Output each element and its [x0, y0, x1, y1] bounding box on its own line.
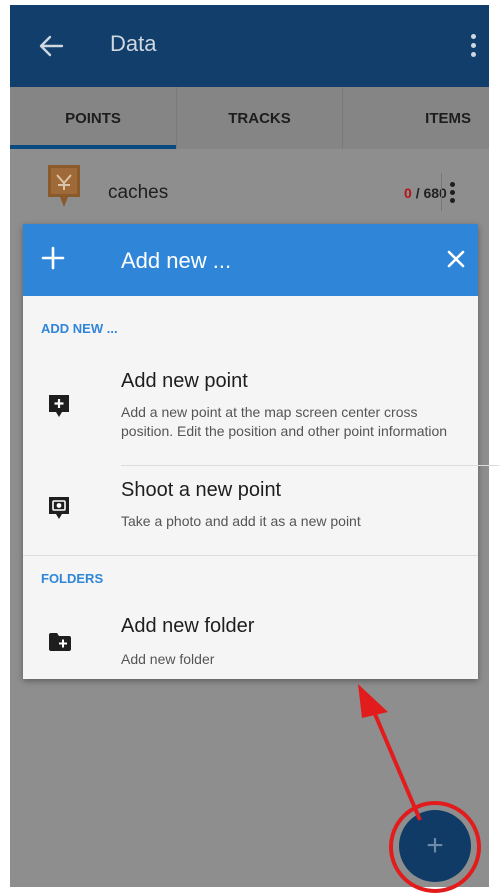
back-arrow-icon[interactable]: [38, 33, 64, 59]
item-title: Shoot a new point: [121, 479, 282, 501]
section-label-folders: FOLDERS: [41, 571, 104, 586]
list-item[interactable]: caches 0 / 680: [10, 149, 489, 227]
overflow-menu-icon[interactable]: [471, 34, 477, 58]
divider: [121, 465, 499, 466]
dialog-title: Add new ...: [121, 248, 232, 273]
item-description: Add new folder: [121, 651, 215, 667]
item-title: Add new folder: [121, 615, 255, 637]
tab-items[interactable]: ITEMS: [342, 87, 489, 149]
app-bar: Data: [10, 5, 489, 87]
annotation-circle: [389, 801, 481, 893]
dialog-header: Add new ...: [23, 224, 478, 296]
item-description: Take a photo and add it as a new point: [121, 513, 361, 529]
page-title: Data: [110, 31, 157, 56]
tab-bar: POINTS TRACKS ITEMS: [10, 87, 489, 149]
item-title: Add new point: [121, 370, 248, 392]
add-folder-icon: [49, 633, 71, 651]
close-icon[interactable]: [446, 249, 466, 269]
camera-point-icon: [49, 497, 69, 519]
divider: [441, 173, 442, 211]
add-point-icon: [49, 395, 69, 417]
add-new-dialog: Add new ... ADD NEW ... Add new point Ad…: [23, 224, 499, 679]
add-new-folder-item[interactable]: Add new folder Add new folder: [23, 602, 478, 678]
item-description: Add a new point at the map screen center…: [121, 404, 448, 439]
shoot-new-point-item[interactable]: Shoot a new point Take a photo and add i…: [23, 470, 478, 550]
folder-pin-icon: [48, 165, 80, 207]
tab-points[interactable]: POINTS: [10, 87, 176, 149]
add-new-point-item[interactable]: Add new point Add a new point at the map…: [23, 360, 478, 460]
item-overflow-icon[interactable]: [450, 182, 456, 206]
tab-tracks[interactable]: TRACKS: [176, 87, 342, 149]
plus-icon: [41, 246, 65, 270]
list-item-name: caches: [108, 182, 169, 203]
section-label-add-new: ADD NEW ...: [41, 321, 118, 336]
section-divider: [23, 555, 478, 556]
